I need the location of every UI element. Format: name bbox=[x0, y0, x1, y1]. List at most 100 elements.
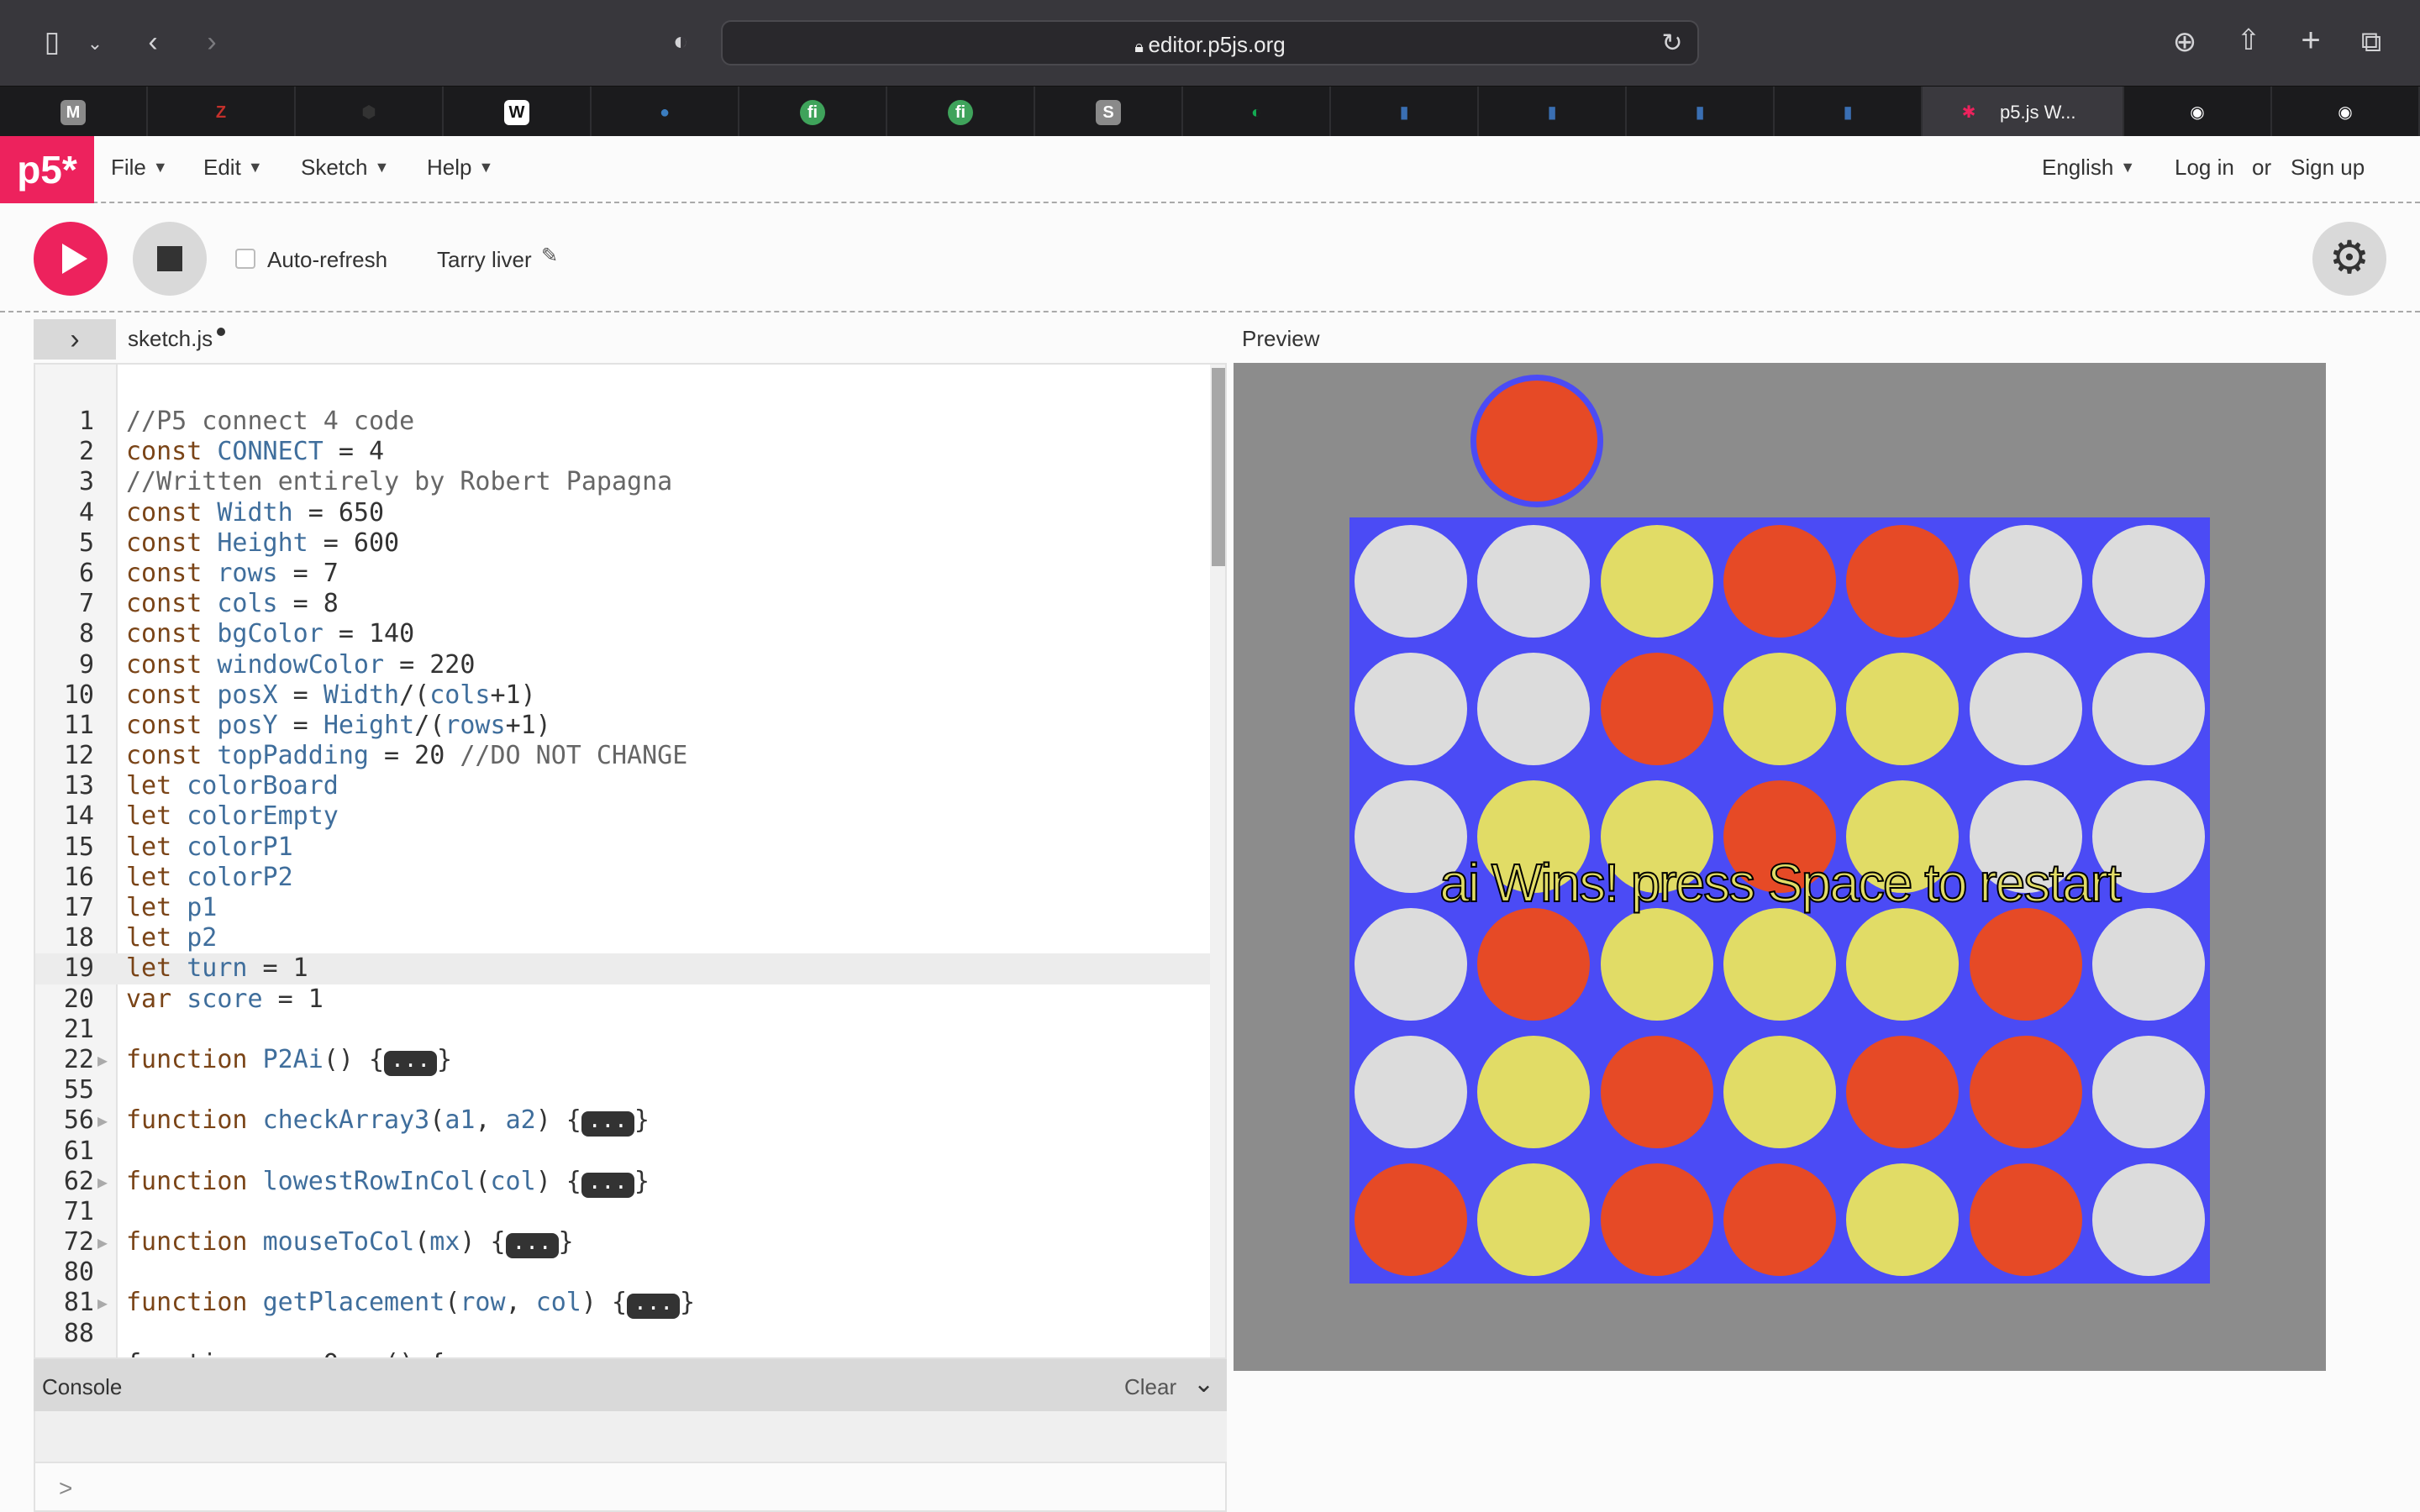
menu-help[interactable]: Help ▼ bbox=[427, 155, 493, 181]
board-slot[interactable] bbox=[1969, 1163, 2082, 1276]
p5-logo[interactable]: p5* bbox=[0, 136, 94, 203]
board-slot[interactable] bbox=[2091, 653, 2205, 765]
code-line[interactable]: 7 const cols = 8 bbox=[35, 589, 1225, 619]
browser-tab[interactable]: ◐ bbox=[1183, 87, 1331, 137]
console-clear-button[interactable]: Clear bbox=[1124, 1374, 1176, 1400]
chevron-down-icon[interactable]: ⌄ bbox=[84, 27, 106, 60]
browser-tab[interactable]: ◉ bbox=[2272, 87, 2420, 137]
code-line[interactable]: 11 const posY = Height/(rows+1) bbox=[35, 711, 1225, 741]
play-button[interactable] bbox=[34, 222, 108, 296]
board-slot[interactable] bbox=[1846, 908, 1960, 1021]
code-line[interactable]: 4 const Width = 650 bbox=[35, 498, 1225, 528]
board-slot[interactable] bbox=[1477, 653, 1591, 765]
menu-edit[interactable]: Edit ▼ bbox=[203, 155, 263, 181]
board-slot[interactable] bbox=[1600, 908, 1713, 1021]
board-slot[interactable] bbox=[1477, 525, 1591, 638]
fold-arrow-icon[interactable]: ▶ bbox=[97, 1288, 108, 1318]
code-line[interactable]: 71 bbox=[35, 1197, 1225, 1227]
code-line[interactable]: 61 bbox=[35, 1137, 1225, 1167]
auto-refresh-checkbox[interactable] bbox=[235, 249, 255, 269]
board-slot[interactable] bbox=[1969, 1036, 2082, 1148]
console-input[interactable]: > bbox=[34, 1462, 1227, 1512]
board-slot[interactable] bbox=[1355, 1036, 1468, 1148]
board-slot[interactable] bbox=[1600, 525, 1713, 638]
browser-tab[interactable]: ▮ bbox=[1627, 87, 1775, 137]
board-slot[interactable] bbox=[2091, 1036, 2205, 1148]
browser-tab[interactable]: ◉ bbox=[2124, 87, 2272, 137]
code-line[interactable]: 62 ▶ function lowestRowInCol(col) {...} bbox=[35, 1167, 1225, 1198]
code-line[interactable]: 18 let p2 bbox=[35, 923, 1225, 953]
fold-arrow-icon[interactable]: ▶ bbox=[97, 1105, 108, 1136]
folded-code-marker[interactable]: ... bbox=[384, 1049, 438, 1076]
browser-tab[interactable]: S bbox=[1035, 87, 1183, 137]
board-slot[interactable] bbox=[1846, 1163, 1960, 1276]
board-slot[interactable] bbox=[1723, 653, 1836, 765]
code-line[interactable]: 1 //P5 connect 4 code bbox=[35, 407, 1225, 437]
code-line[interactable]: 55 bbox=[35, 1075, 1225, 1105]
code-line[interactable]: 3 //Written entirely by Robert Papagna bbox=[35, 467, 1225, 497]
tabs-overview-icon[interactable]: ⧉ bbox=[2353, 25, 2390, 59]
new-tab-icon[interactable]: + bbox=[2292, 24, 2329, 57]
code-line[interactable]: 9 const windowColor = 220 bbox=[35, 650, 1225, 680]
code-line[interactable]: 81 ▶ function getPlacement(row, col) {...} bbox=[35, 1288, 1225, 1320]
folded-code-marker[interactable]: ... bbox=[581, 1110, 634, 1137]
board-slot[interactable] bbox=[1600, 1163, 1713, 1276]
fold-arrow-icon[interactable]: ▶ bbox=[97, 1167, 108, 1197]
folded-code-marker[interactable]: ... bbox=[581, 1171, 634, 1198]
fold-arrow-icon[interactable]: ▶ bbox=[97, 1227, 108, 1257]
code-line[interactable]: 17 let p1 bbox=[35, 893, 1225, 923]
code-line[interactable]: 13 let colorBoard bbox=[35, 771, 1225, 801]
board-slot[interactable] bbox=[1355, 908, 1468, 1021]
sidebar-icon[interactable]: ▯ bbox=[34, 25, 71, 59]
code-line[interactable]: 8 const bgColor = 140 bbox=[35, 619, 1225, 649]
code-line[interactable]: 5 const Height = 600 bbox=[35, 528, 1225, 559]
share-icon[interactable]: ⇧ bbox=[2230, 24, 2267, 57]
browser-tab[interactable]: W bbox=[444, 87, 592, 137]
browser-tab[interactable]: Z bbox=[148, 87, 296, 137]
preview-canvas[interactable]: ai Wins! press Space to restart bbox=[1234, 363, 2326, 1371]
menu-sketch[interactable]: Sketch ▼ bbox=[301, 155, 389, 181]
code-line[interactable]: 72 ▶ function mouseToCol(mx) {...} bbox=[35, 1227, 1225, 1259]
login-link[interactable]: Log in bbox=[2175, 155, 2234, 181]
expand-sidebar-button[interactable]: › bbox=[34, 319, 116, 360]
file-tab-sketch-js[interactable]: sketch.js bbox=[128, 326, 213, 352]
code-line[interactable]: 56 ▶ function checkArray3(a1, a2) {...} bbox=[35, 1105, 1225, 1137]
board-slot[interactable] bbox=[1846, 525, 1960, 638]
browser-tab[interactable]: ● bbox=[592, 87, 739, 137]
board-slot[interactable] bbox=[1723, 1163, 1836, 1276]
folded-code-marker[interactable]: ... bbox=[627, 1292, 681, 1320]
code-line[interactable]: 6 const rows = 7 bbox=[35, 559, 1225, 589]
board-slot[interactable] bbox=[2091, 1163, 2205, 1276]
pencil-icon[interactable]: ✎ bbox=[541, 244, 558, 268]
signup-link[interactable]: Sign up bbox=[2291, 155, 2365, 181]
code-line[interactable]: 12 const topPadding = 20 //DO NOT CHANGE bbox=[35, 741, 1225, 771]
stop-button[interactable] bbox=[133, 222, 207, 296]
code-line[interactable]: 19 let turn = 1 bbox=[35, 953, 1225, 984]
board-slot[interactable] bbox=[2091, 908, 2205, 1021]
board-slot[interactable] bbox=[1969, 653, 2082, 765]
code-line[interactable]: 2 const CONNECT = 4 bbox=[35, 437, 1225, 467]
board-slot[interactable] bbox=[1355, 1163, 1468, 1276]
browser-tab[interactable]: ▮ bbox=[1479, 87, 1627, 137]
board-slot[interactable] bbox=[1723, 908, 1836, 1021]
browser-tab-active[interactable]: ✱ p5.js W... bbox=[1923, 87, 2124, 137]
code-line[interactable]: 21 bbox=[35, 1015, 1225, 1045]
board-slot[interactable] bbox=[1600, 1036, 1713, 1148]
browser-tab[interactable]: fi bbox=[739, 87, 887, 137]
settings-gear-icon[interactable]: ⚙ bbox=[2312, 222, 2386, 296]
board-slot[interactable] bbox=[1600, 653, 1713, 765]
board-slot[interactable] bbox=[1355, 653, 1468, 765]
code-line[interactable]: 15 let colorP1 bbox=[35, 832, 1225, 863]
fold-arrow-icon[interactable]: ▶ bbox=[97, 1045, 108, 1075]
board-slot[interactable] bbox=[1846, 1036, 1960, 1148]
code-line[interactable]: 16 let colorP2 bbox=[35, 863, 1225, 893]
back-icon[interactable]: ‹ bbox=[136, 25, 170, 59]
shield-icon[interactable]: ◐ bbox=[664, 25, 697, 59]
board-slot[interactable] bbox=[1846, 653, 1960, 765]
board-slot[interactable] bbox=[1477, 908, 1591, 1021]
code-line[interactable]: 20 var score = 1 bbox=[35, 984, 1225, 1015]
editor-scrollbar-thumb[interactable] bbox=[1212, 368, 1225, 566]
browser-tab[interactable]: ▮ bbox=[1331, 87, 1479, 137]
board-slot[interactable] bbox=[1477, 1036, 1591, 1148]
code-editor[interactable]: 1 //P5 connect 4 code 2 const CONNECT = 4 3 /… bbox=[34, 363, 1227, 1359]
